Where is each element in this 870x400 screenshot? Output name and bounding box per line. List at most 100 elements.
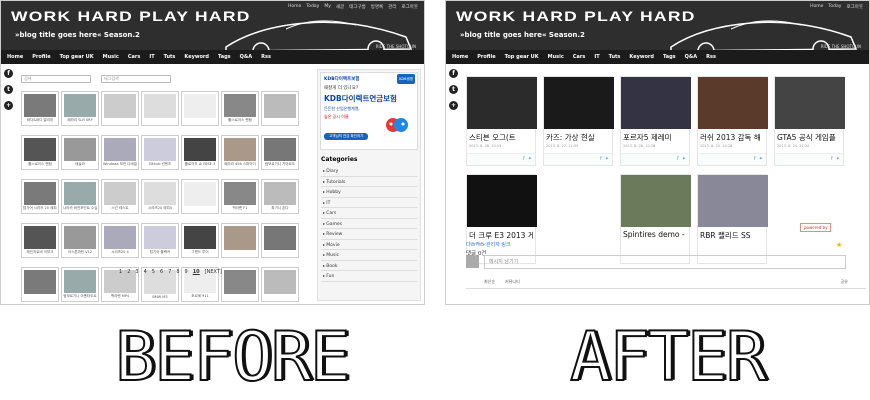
comment-input[interactable]: 메시지 남기기 [484,255,846,269]
thumbnail-item[interactable]: 아스톤마틴 V12 [61,223,99,258]
post-card[interactable]: 카즈: 가상 현실 2013. 8. 27. 11:55 f ✦ [543,76,614,166]
disqus-admin-link[interactable]: 다스커스 관리자 링크 [466,241,866,248]
thumbnail-item[interactable] [181,179,219,214]
twitter-icon[interactable]: ✦ [605,156,609,162]
category-item[interactable]: Tutorials [321,177,417,187]
menu-cars[interactable]: Cars [573,54,586,60]
twitter-icon[interactable]: ✦ [528,156,532,162]
thumbnail-item[interactable]: Github 컨텐츠 [141,135,179,170]
thumbnail-item[interactable] [261,223,299,258]
menu-keyword[interactable]: Keyword [629,54,654,60]
category-item[interactable]: Diary [321,166,417,177]
post-card[interactable]: 스티븐 오그(트 2013. 8. 28. 10:15 f ✦ [466,76,537,166]
thumbnail-item[interactable]: 테슬라 [61,135,99,170]
category-item[interactable]: Hobby [321,187,417,198]
twitter-icon[interactable]: t [4,85,13,94]
category-item[interactable]: Cars [321,208,417,219]
twitter-icon[interactable]: ✦ [836,156,840,162]
category-item[interactable]: Games [321,219,417,229]
thumbnail-item[interactable]: 맥라렌 F1 [221,179,259,214]
facebook-icon[interactable]: f [4,69,13,78]
thumbnail-item[interactable]: 페라리 458 스파이더 [221,135,259,170]
page-link[interactable]: 6 [160,269,163,275]
facebook-icon[interactable]: f [523,156,525,162]
twitter-icon[interactable]: ✦ [759,156,763,162]
post-title[interactable]: 스티븐 오그(트 [469,132,533,142]
post-card[interactable]: 포르자5 제레미 2013. 8. 26. 10:36 f ✦ [620,76,691,166]
menu-profile[interactable]: Profile [477,54,495,60]
menu-qa[interactable]: Q&A [240,54,252,60]
facebook-icon[interactable]: f [754,156,756,162]
tag-search-input[interactable]: 태그검색 [101,75,171,83]
post-card[interactable]: GTA5 공식 게임플 2013. 8. 24. 11:20 f ✦ [774,76,845,166]
menu-tuts[interactable]: Tuts [164,54,176,60]
facebook-icon[interactable]: f [449,69,458,78]
post-title[interactable]: 카즈: 가상 현실 [546,132,610,142]
facebook-icon[interactable]: f [831,156,833,162]
menu-home[interactable]: Home [452,54,468,60]
menu-music[interactable]: Music [548,54,564,60]
menu-home[interactable]: Home [7,54,23,60]
menu-rss[interactable]: Rss [706,54,716,60]
page-link[interactable]: 7 [168,269,171,275]
thumbnail-item[interactable]: 나라카 비전포인트 수입 [61,179,99,214]
thumbnail-item[interactable]: Windows 보안 디테일 [101,135,139,170]
menu-tuts[interactable]: Tuts [609,54,621,60]
powered-by-badge[interactable]: powered by [800,223,832,232]
menu-music[interactable]: Music [103,54,119,60]
menu-rss[interactable]: Rss [261,54,271,60]
category-item[interactable]: Music [321,250,417,261]
plus-icon[interactable]: + [449,101,458,110]
thumbnail-item[interactable] [181,91,219,126]
post-title[interactable]: 더 크루 E3 2013 게 [469,230,533,240]
thumbnail-item[interactable]: 탑기어 블랙카 [141,223,179,258]
post-card[interactable]: 러쉬 2013 감독 해 2013. 8. 25. 14:28 f ✦ [697,76,768,166]
search-input[interactable]: 검색 [21,75,91,83]
menu-keyword[interactable]: Keyword [184,54,209,60]
thumbnail-item[interactable]: 페라리 SLR SRF [61,91,99,126]
thumbnail-item[interactable] [101,91,139,126]
thumbnail-item[interactable]: 시리즈20 에피4 [141,179,179,214]
thumbnail-item[interactable]: 탑기어 시리즈 20 에피4 [21,179,59,214]
category-item[interactable]: Review [321,229,417,240]
thumbnail-item[interactable]: 파가니 존다 [261,179,299,214]
thumbnail-item[interactable] [261,267,299,302]
post-title[interactable]: RBR 랠리드 SS [700,230,764,240]
menu-topgear[interactable]: Top gear UK [60,54,94,60]
star-icon[interactable]: ★ [836,241,842,249]
post-title[interactable]: GTA5 공식 게임플 [777,132,841,142]
category-item[interactable]: Fun [321,271,417,282]
page-link[interactable]: 4 [144,269,147,275]
thumbnail-item[interactable] [221,223,259,258]
post-title[interactable] [545,229,611,239]
ad-banner[interactable]: KDB다이렉트보험 때잘게 더 있나요? KDB다이렉트연금보험 든든한 산업은… [320,72,418,150]
page-link[interactable]: 2 [127,269,130,275]
page-link[interactable]: 1 [119,269,122,275]
post-title[interactable]: Spintires demo - MAZ [623,230,687,240]
blog-logo[interactable]: WORK HARD PLAY HARD [456,8,696,24]
thumbnail-item[interactable]: 시리즈20 4 [101,223,139,258]
twitter-icon[interactable]: t [449,85,458,94]
menu-tags[interactable]: Tags [218,54,231,60]
share-link[interactable]: 공유 [841,279,848,285]
facebook-icon[interactable]: f [600,156,602,162]
thumbnail-item[interactable]: 바다&바다 알리미 [21,91,59,126]
menu-qa[interactable]: Q&A [685,54,697,60]
menu-it[interactable]: IT [149,54,154,60]
menu-profile[interactable]: Profile [32,54,50,60]
twitter-icon[interactable]: ✦ [682,156,686,162]
menu-tags[interactable]: Tags [663,54,676,60]
page-link[interactable]: 9 [185,269,188,275]
page-link[interactable]: 5 [152,269,155,275]
thumbnail-item[interactable]: 롤스로이스 팬텀 [221,91,259,126]
thumbnail-item[interactable]: 스킨 테스트 [101,179,139,214]
tab-community[interactable]: 커뮤니티 [505,279,520,285]
thumbnail-item[interactable] [141,91,179,126]
thumbnail-item[interactable] [221,267,259,302]
menu-it[interactable]: IT [594,54,599,60]
post-title[interactable]: 포르자5 제레미 [623,132,687,142]
thumbnail-item[interactable]: 롤스로이스 팬텀 [21,135,59,170]
menu-topgear[interactable]: Top gear UK [505,54,539,60]
category-item[interactable]: Movie [321,240,417,250]
menu-cars[interactable]: Cars [128,54,141,60]
